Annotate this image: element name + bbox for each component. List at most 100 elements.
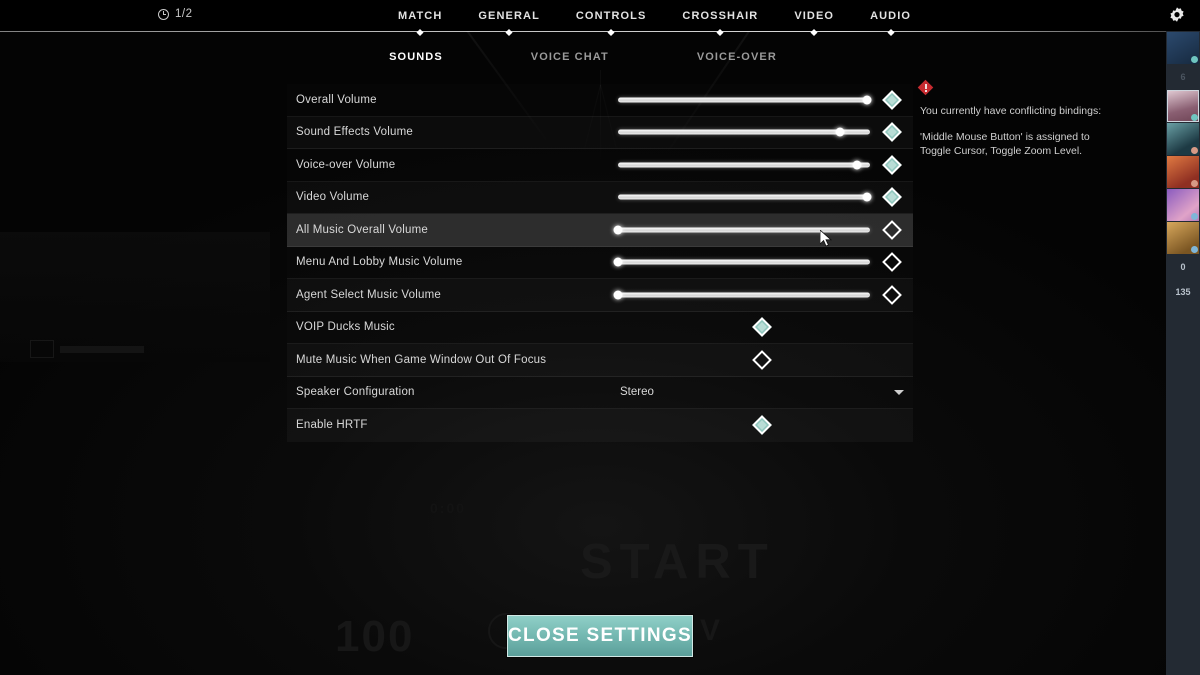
tab-video-label: VIDEO <box>794 9 835 22</box>
setting-label: Enable HRTF <box>296 419 368 432</box>
round-counter-label: 1/2 <box>175 8 193 20</box>
slider-track <box>618 129 870 135</box>
thumb-badge-icon <box>1191 56 1198 63</box>
slider-handle[interactable] <box>862 192 872 202</box>
thumb-1[interactable] <box>1167 32 1199 64</box>
setting-row-video-volume[interactable]: Video Volume <box>287 182 913 214</box>
setting-label: Agent Select Music Volume <box>296 288 441 301</box>
background-timer-text: 0:00 <box>430 500 467 516</box>
all-music-overall-volume-toggle[interactable] <box>880 218 904 242</box>
setting-control <box>611 117 913 149</box>
diamond-check-icon <box>752 415 772 436</box>
background-score-text: 100 <box>335 612 415 661</box>
right-sidebar: 6 0 135 <box>1166 31 1200 675</box>
settings-overlay: START 100 0:00 V 1/2 MATCH GENERAL CONTR… <box>0 0 1200 675</box>
setting-row-mute-music-out-of-focus[interactable]: Mute Music When Game Window Out Of Focus <box>287 344 913 377</box>
overall-volume-slider[interactable] <box>618 93 872 107</box>
audio-settings-panel: Overall Volume Sound Effects Volume Voic… <box>287 84 913 442</box>
diamond-check-icon <box>882 187 902 208</box>
warning-text-block: You currently have conflicting bindings:… <box>920 104 1110 158</box>
voip-ducks-music-checkbox[interactable] <box>750 315 774 339</box>
sidebar-count-mid: 0 <box>1180 262 1186 272</box>
slider-handle[interactable] <box>613 225 623 235</box>
enable-hrtf-checkbox[interactable] <box>750 413 774 437</box>
subtab-voice-over[interactable]: VOICE-OVER <box>653 51 821 63</box>
setting-label: Overall Volume <box>296 93 377 106</box>
subtab-voice-chat[interactable]: VOICE CHAT <box>487 51 653 63</box>
sub-tab-list: SOUNDS VOICE CHAT VOICE-OVER <box>0 44 1166 70</box>
speaker-configuration-value: Stereo <box>620 386 654 399</box>
background-bar <box>60 346 144 353</box>
setting-row-speaker-configuration[interactable]: Speaker Configuration Stereo <box>287 377 913 409</box>
tab-general[interactable]: GENERAL <box>460 0 557 36</box>
tab-crosshair-label: CROSSHAIR <box>682 9 759 22</box>
tab-match[interactable]: MATCH <box>380 0 460 36</box>
slider-handle[interactable] <box>835 127 845 137</box>
overall-volume-toggle[interactable] <box>880 88 904 112</box>
checkbox-container <box>611 348 913 372</box>
mute-music-out-of-focus-checkbox[interactable] <box>750 348 774 372</box>
diamond-check-icon <box>882 284 902 305</box>
warning-line-1: You currently have conflicting bindings: <box>920 105 1102 117</box>
slider-handle[interactable] <box>852 160 862 170</box>
tab-marker-icon <box>810 28 818 36</box>
slider-track <box>618 227 870 233</box>
all-music-overall-volume-slider[interactable] <box>613 223 870 237</box>
diamond-check-icon <box>882 122 902 143</box>
setting-row-overall-volume[interactable]: Overall Volume <box>287 84 913 117</box>
subtab-sounds[interactable]: SOUNDS <box>345 51 487 63</box>
thumb-badge-icon <box>1191 147 1198 154</box>
agent-select-music-volume-toggle[interactable] <box>880 283 904 307</box>
sound-effects-volume-toggle[interactable] <box>880 120 904 144</box>
sidebar-count-bottom: 135 <box>1175 287 1191 297</box>
tab-video[interactable]: VIDEO <box>776 0 852 36</box>
gear-icon[interactable] <box>1165 4 1189 28</box>
chevron-down-icon <box>894 389 904 395</box>
tab-audio-label: AUDIO <box>870 9 912 22</box>
setting-label: VOIP Ducks Music <box>296 321 395 334</box>
video-volume-toggle[interactable] <box>880 185 904 209</box>
voice-over-volume-toggle[interactable] <box>880 153 904 177</box>
sidebar-count-top: 6 <box>1180 72 1186 82</box>
slider-handle[interactable] <box>862 95 872 105</box>
setting-row-voice-over-volume[interactable]: Voice-over Volume <box>287 149 913 182</box>
speaker-configuration-dropdown[interactable]: Stereo <box>611 386 913 398</box>
thumb-4[interactable] <box>1167 156 1199 188</box>
setting-row-voip-ducks-music[interactable]: VOIP Ducks Music <box>287 312 913 344</box>
thumb-3[interactable] <box>1167 123 1199 155</box>
slider-track <box>618 194 870 200</box>
mouse-cursor <box>820 230 832 247</box>
menu-lobby-music-volume-slider[interactable] <box>613 255 870 269</box>
slider-track <box>618 162 870 168</box>
setting-control <box>611 214 913 246</box>
slider-handle[interactable] <box>613 290 623 300</box>
slider-track <box>618 97 870 103</box>
setting-control <box>611 312 913 344</box>
top-bar-divider <box>0 31 1200 32</box>
setting-label: Speaker Configuration <box>296 386 415 399</box>
warning-exclamation-stem <box>925 84 927 89</box>
setting-control <box>611 344 913 376</box>
tab-crosshair[interactable]: CROSSHAIR <box>664 0 776 36</box>
tab-controls[interactable]: CONTROLS <box>558 0 665 36</box>
agent-select-music-volume-slider[interactable] <box>613 288 870 302</box>
setting-row-menu-lobby-music-volume[interactable]: Menu And Lobby Music Volume <box>287 247 913 279</box>
setting-row-enable-hrtf[interactable]: Enable HRTF <box>287 409 913 442</box>
background-start-text: START <box>580 535 775 589</box>
menu-lobby-music-volume-toggle[interactable] <box>880 250 904 274</box>
close-settings-button[interactable]: CLOSE SETTINGS <box>507 615 693 657</box>
slider-handle[interactable] <box>613 257 623 267</box>
thumb-5[interactable] <box>1167 189 1199 221</box>
thumb-2[interactable] <box>1167 90 1199 122</box>
warning-icon <box>917 79 934 96</box>
main-tab-list: MATCH GENERAL CONTROLS CROSSHAIR VIDEO A… <box>380 0 929 36</box>
voice-over-volume-slider[interactable] <box>618 158 870 172</box>
video-volume-slider[interactable] <box>618 190 872 204</box>
setting-row-sound-effects-volume[interactable]: Sound Effects Volume <box>287 117 913 149</box>
sound-effects-volume-slider[interactable] <box>618 125 870 139</box>
thumb-6[interactable] <box>1167 222 1199 254</box>
setting-label: Mute Music When Game Window Out Of Focus <box>296 353 547 366</box>
diamond-check-icon <box>882 89 902 110</box>
tab-audio[interactable]: AUDIO <box>852 0 929 36</box>
setting-row-agent-select-music-volume[interactable]: Agent Select Music Volume <box>287 279 913 312</box>
